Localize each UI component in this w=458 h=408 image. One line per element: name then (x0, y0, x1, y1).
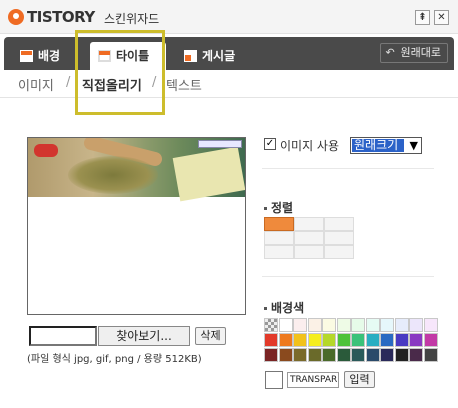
color-swatch[interactable] (394, 333, 409, 347)
color-swatch[interactable] (336, 318, 351, 332)
align-bottom-left[interactable] (264, 245, 294, 259)
align-heading: 정렬 (264, 199, 293, 216)
color-swatch[interactable] (394, 318, 409, 332)
color-swatch[interactable] (307, 348, 322, 362)
post-tab-icon (184, 50, 197, 62)
use-image-checkbox[interactable]: ✓ (264, 138, 276, 150)
color-swatch[interactable] (423, 318, 438, 332)
color-swatch[interactable] (394, 348, 409, 362)
color-swatch[interactable] (351, 333, 365, 347)
undo-icon: ↶ (385, 46, 395, 59)
title-bar: TISTORY 스킨위자드 ⇞ ✕ (0, 0, 458, 34)
restore-default-button[interactable]: ↶ 원래대로 (379, 43, 448, 63)
color-swatch[interactable] (336, 333, 351, 347)
tab-label: 배경 (38, 49, 61, 63)
color-swatch[interactable] (293, 348, 307, 362)
color-swatch[interactable] (264, 333, 278, 347)
subtab-separator: / (66, 75, 71, 90)
color-preview-swatch (265, 371, 283, 389)
color-swatch[interactable] (322, 348, 336, 362)
color-swatch[interactable] (365, 348, 380, 362)
align-top-center[interactable] (294, 217, 324, 231)
main-tab-bar: 배경 타이틀 게시글 ↶ 원래대로 (4, 37, 454, 70)
align-middle-left[interactable] (264, 231, 294, 245)
title-tab-icon (98, 50, 111, 62)
color-swatch[interactable] (380, 348, 394, 362)
subtab-image[interactable]: 이미지 (18, 75, 54, 94)
align-bottom-right[interactable] (324, 245, 354, 259)
image-detail (68, 156, 158, 194)
color-swatch[interactable] (307, 333, 322, 347)
subtab-text[interactable]: 텍스트 (166, 75, 202, 94)
minimize-button[interactable]: ⇞ (415, 10, 430, 25)
image-detail (34, 144, 58, 157)
align-middle-center[interactable] (294, 231, 324, 245)
color-swatch[interactable] (380, 318, 394, 332)
uploaded-title-image (28, 138, 245, 202)
color-swatch[interactable] (278, 318, 293, 332)
color-swatch[interactable] (351, 318, 365, 332)
color-swatch[interactable] (365, 318, 380, 332)
use-image-label: 이미지 사용 (280, 139, 340, 153)
color-swatch[interactable] (293, 318, 307, 332)
align-middle-right[interactable] (324, 231, 354, 245)
color-swatch[interactable] (409, 333, 423, 347)
color-swatch[interactable] (322, 333, 336, 347)
image-size-value: 원래크기 (352, 139, 404, 152)
image-size-select[interactable]: 원래크기 ▼ (350, 137, 422, 154)
color-swatch[interactable] (409, 318, 423, 332)
color-swatch[interactable] (278, 348, 293, 362)
color-swatch[interactable] (264, 348, 278, 362)
divider (262, 276, 434, 277)
image-preview (27, 137, 246, 315)
background-tab-icon (20, 50, 33, 62)
file-path-input[interactable] (29, 326, 97, 346)
delete-button[interactable]: 삭제 (195, 327, 226, 345)
color-swatch[interactable] (293, 333, 307, 347)
browse-button[interactable]: 찾아보기... (98, 326, 190, 346)
close-button[interactable]: ✕ (434, 10, 449, 25)
color-swatch[interactable] (307, 318, 322, 332)
image-detail (172, 146, 245, 202)
image-detail (198, 140, 242, 148)
align-top-right[interactable] (324, 217, 354, 231)
subtab-separator: / (152, 75, 157, 90)
tab-post[interactable]: 게시글 (176, 42, 252, 70)
tab-background[interactable]: 배경 (12, 42, 82, 70)
align-bottom-center[interactable] (294, 245, 324, 259)
color-swatch[interactable] (380, 333, 394, 347)
color-swatch[interactable] (278, 333, 293, 347)
chevron-down-icon: ▼ (409, 139, 418, 152)
brand-name: TISTORY (27, 8, 95, 26)
sub-tab-bar: 이미지 / 직접올리기 / 텍스트 (0, 72, 458, 98)
app-name: 스킨위자드 (104, 12, 160, 26)
bg-color-heading: 배경색 (264, 299, 304, 316)
color-swatch[interactable] (423, 333, 438, 347)
divider (262, 168, 434, 169)
tab-title[interactable]: 타이틀 (90, 42, 166, 70)
file-format-hint: (파일 형식 jpg, gif, png / 용량 512KB) (27, 354, 202, 365)
color-swatch[interactable] (409, 348, 423, 362)
subtab-upload[interactable]: 직접올리기 (82, 75, 142, 94)
align-top-left[interactable] (264, 217, 294, 231)
align-grid (264, 217, 354, 259)
color-swatch[interactable] (322, 318, 336, 332)
tab-label: 타이틀 (116, 49, 150, 63)
color-swatch[interactable] (365, 333, 380, 347)
color-swatch[interactable] (423, 348, 438, 362)
apply-color-button[interactable]: 입력 (344, 371, 375, 388)
color-swatch-transparent[interactable] (264, 318, 278, 332)
color-code-input[interactable]: TRANSPARENT (287, 372, 339, 388)
color-swatch[interactable] (351, 348, 365, 362)
tistory-logo-icon (8, 9, 24, 25)
tab-label: 게시글 (202, 49, 236, 63)
color-swatch[interactable] (336, 348, 351, 362)
restore-label: 원래대로 (400, 46, 441, 59)
